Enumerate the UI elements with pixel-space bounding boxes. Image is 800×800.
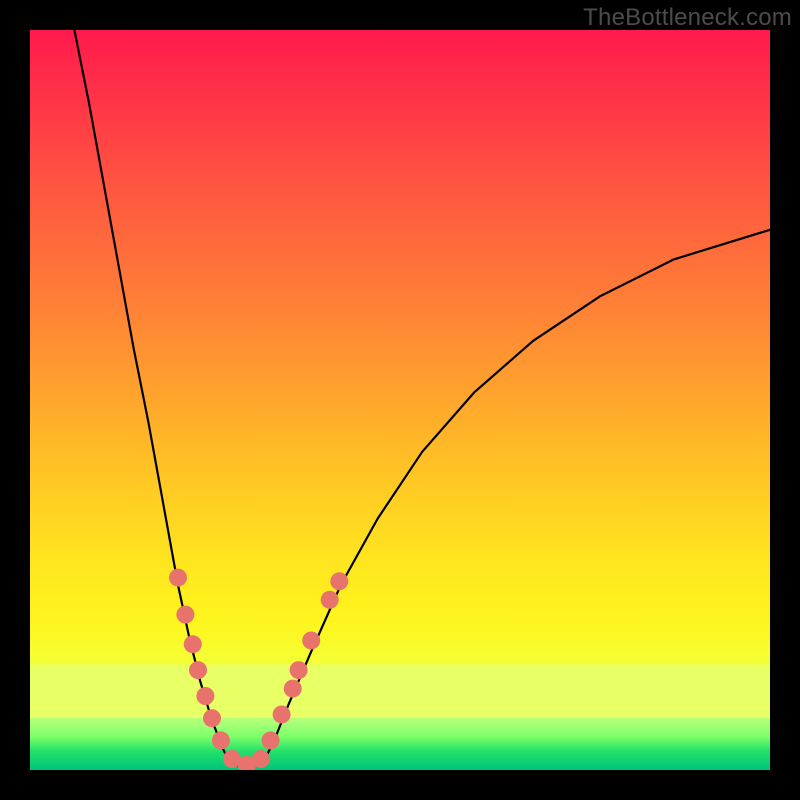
marker-dot bbox=[169, 569, 187, 587]
marker-dot bbox=[321, 591, 339, 609]
marker-dot bbox=[196, 687, 214, 705]
marker-dot bbox=[203, 709, 221, 727]
chart-svg bbox=[30, 30, 770, 770]
marker-dot bbox=[273, 706, 291, 724]
marker-dot bbox=[176, 606, 194, 624]
marker-dot bbox=[189, 661, 207, 679]
watermark-text: TheBottleneck.com bbox=[583, 4, 792, 32]
marker-dot bbox=[330, 572, 348, 590]
marker-dot bbox=[212, 731, 230, 749]
curve-group bbox=[74, 30, 770, 766]
marker-dot bbox=[252, 750, 270, 768]
marker-group bbox=[169, 569, 348, 770]
marker-dot bbox=[290, 661, 308, 679]
marker-dot bbox=[302, 632, 320, 650]
chart-plot-area bbox=[30, 30, 770, 770]
chart-frame: TheBottleneck.com bbox=[0, 0, 800, 800]
marker-dot bbox=[184, 635, 202, 653]
marker-dot bbox=[284, 680, 302, 698]
bottleneck-curve bbox=[74, 30, 770, 766]
marker-dot bbox=[262, 731, 280, 749]
